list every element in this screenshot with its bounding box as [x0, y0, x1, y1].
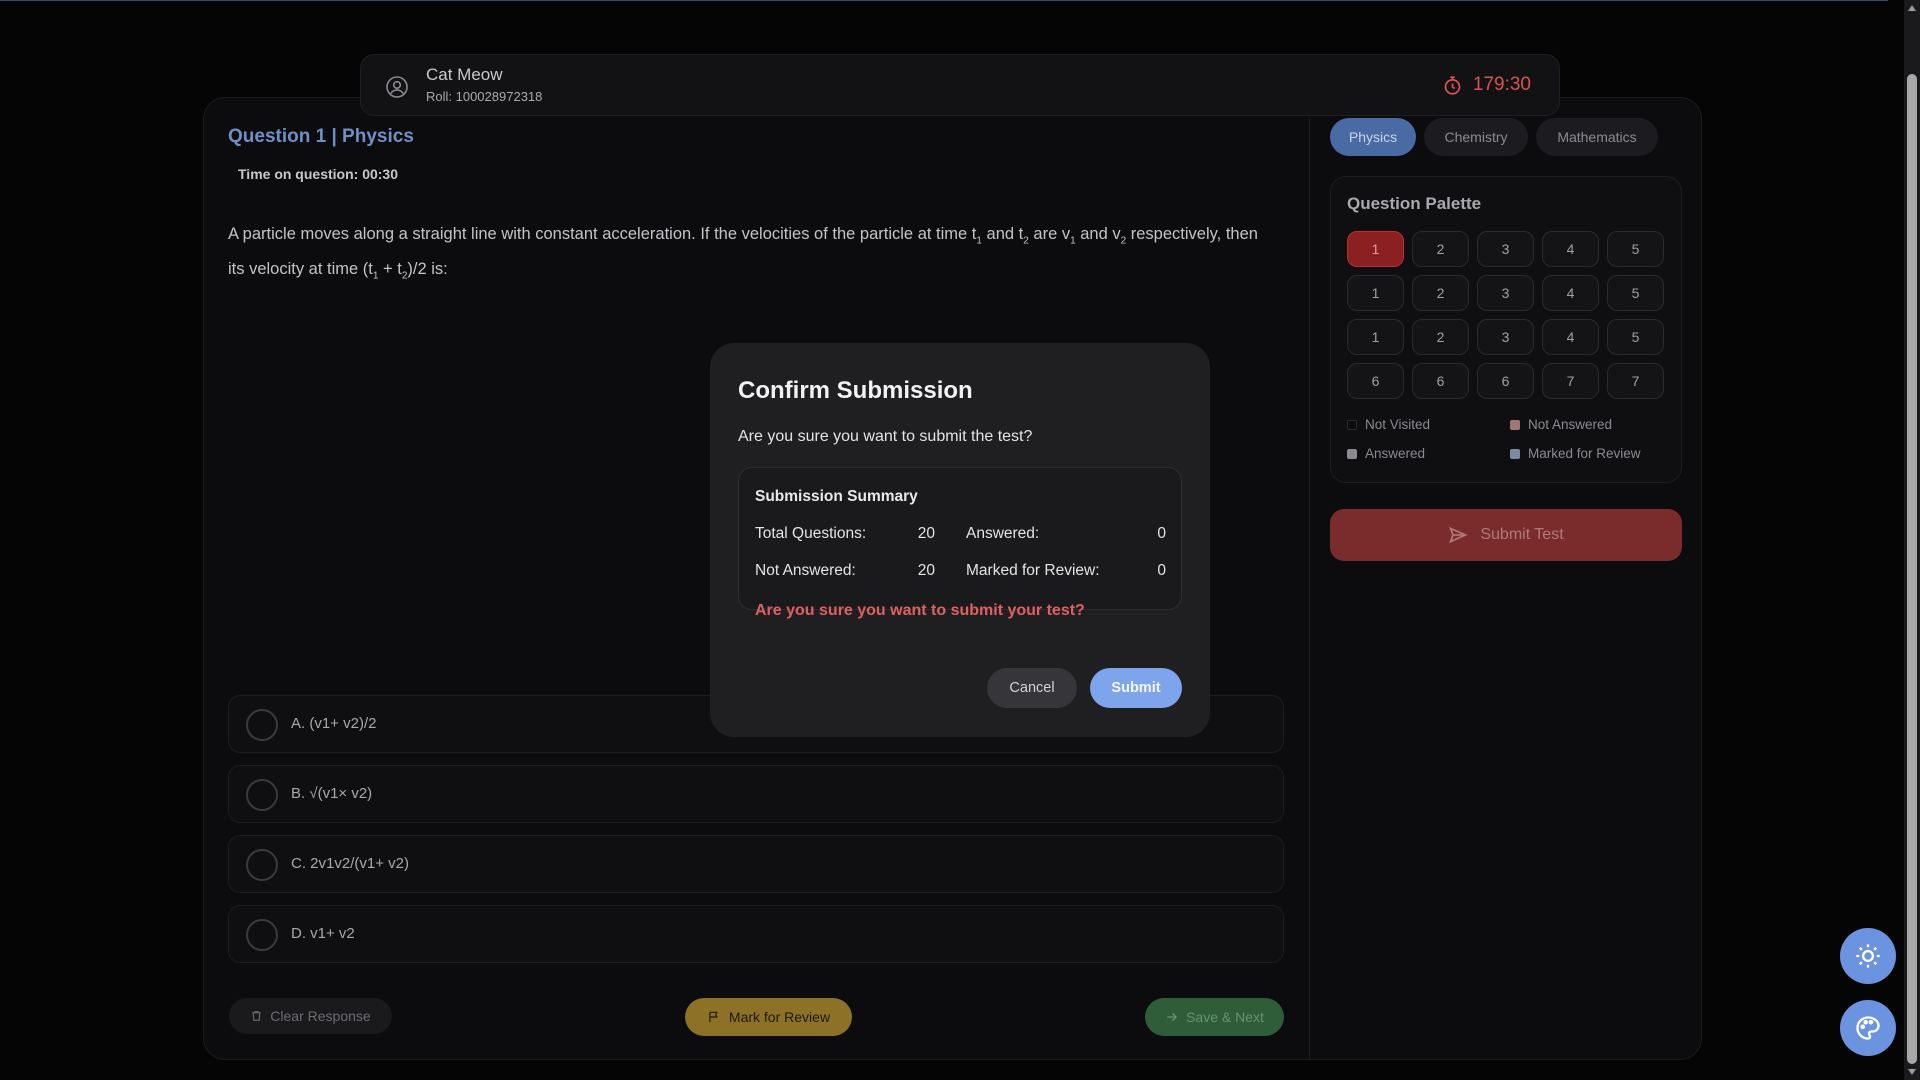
not-answered-label: Not Answered: [755, 562, 856, 579]
option-radio[interactable] [246, 709, 278, 741]
scroll-up-arrow[interactable] [1908, 5, 1916, 11]
option-radio[interactable] [246, 849, 278, 881]
option-c[interactable]: C. 2v1v2/(v1+ v2) [228, 835, 1284, 893]
send-icon [1449, 526, 1468, 544]
clear-response-button[interactable]: Clear Response [229, 998, 392, 1034]
palette-question-button[interactable]: 4 [1542, 231, 1599, 267]
scroll-down-arrow[interactable] [1908, 1069, 1916, 1075]
exam-timer: 179:30 [1442, 74, 1531, 96]
dialog-title: Confirm Submission [738, 377, 973, 404]
legend-not-answered: Not Answered [1510, 417, 1673, 432]
legend-swatch [1510, 448, 1520, 459]
question-text: A particle moves along a straight line w… [228, 225, 1258, 282]
palette-question-button[interactable]: 3 [1477, 275, 1534, 311]
palette-question-button[interactable]: 5 [1607, 231, 1664, 267]
legend-swatch [1347, 448, 1357, 459]
option-label: C. 2v1v2/(v1+ v2) [291, 855, 409, 872]
palette-question-button[interactable]: 7 [1542, 363, 1599, 399]
answered-label: Answered: [966, 525, 1040, 542]
timer-value: 179:30 [1472, 74, 1531, 95]
legend-not-visited: Not Visited [1347, 417, 1510, 432]
confirm-submission-dialog: Confirm Submission Are you sure you want… [710, 343, 1210, 737]
save-next-button[interactable]: Save & Next [1145, 998, 1284, 1036]
theme-toggle-button[interactable] [1840, 928, 1896, 984]
option-radio[interactable] [246, 779, 278, 811]
palette-question-button[interactable]: 5 [1607, 275, 1664, 311]
timer-icon [1444, 75, 1461, 95]
palette-question-button[interactable]: 4 [1542, 275, 1599, 311]
option-label: B. √(v1× v2) [291, 785, 373, 802]
palette-question-button[interactable]: 3 [1477, 319, 1534, 355]
palette-question-button[interactable]: 1 [1347, 231, 1404, 267]
legend-answered: Answered [1347, 446, 1510, 461]
marked-label: Marked for Review: [966, 562, 1100, 579]
total-questions-label: Total Questions: [755, 525, 867, 542]
top-border [0, 0, 1888, 1]
flag-icon [709, 1011, 718, 1023]
submit-button[interactable]: Submit [1090, 668, 1182, 708]
palette-grid: 1 2 3 4 5 1 2 3 4 5 1 2 3 4 5 6 6 6 7 7 [1347, 231, 1664, 399]
legend-swatch [1347, 419, 1357, 430]
palette-question-button[interactable]: 1 [1347, 319, 1404, 355]
option-radio[interactable] [246, 919, 278, 951]
scroll-thumb[interactable] [1907, 74, 1917, 1064]
dialog-message: Are you sure you want to submit the test… [738, 428, 1033, 445]
marked-value: 0 [1157, 562, 1166, 579]
mark-for-review-button[interactable]: Mark for Review [685, 998, 852, 1036]
candidate-header: Cat Meow Roll: 100028972318 179:30 [360, 54, 1560, 116]
trash-icon [252, 1011, 262, 1021]
submission-warning: Are you sure you want to submit your tes… [755, 602, 1085, 619]
palette-question-button[interactable]: 6 [1412, 363, 1469, 399]
palette-question-button[interactable]: 4 [1542, 319, 1599, 355]
panel-divider [1309, 118, 1310, 1060]
answered-value: 0 [1157, 525, 1166, 542]
submit-test-button[interactable]: Submit Test [1330, 509, 1682, 561]
palette-question-button[interactable]: 6 [1477, 363, 1534, 399]
color-theme-button[interactable] [1840, 1000, 1896, 1056]
candidate-roll: Roll: 100028972318 [426, 89, 543, 104]
option-label: D. v1+ v2 [291, 925, 355, 942]
not-answered-value: 20 [917, 562, 935, 579]
legend-marked: Marked for Review [1510, 446, 1673, 461]
sun-icon [1856, 944, 1880, 968]
palette-question-button[interactable]: 2 [1412, 319, 1469, 355]
cancel-button[interactable]: Cancel [987, 668, 1077, 708]
palette-icon [1856, 1016, 1880, 1040]
palette-question-button[interactable]: 2 [1412, 275, 1469, 311]
summary-title: Submission Summary [755, 488, 918, 505]
page-scrollbar[interactable] [1904, 0, 1920, 1080]
option-b[interactable]: B. √(v1× v2) [228, 765, 1284, 823]
arrow-right-icon [1167, 1013, 1178, 1021]
tab-physics[interactable]: Physics [1330, 118, 1416, 156]
question-timer: Time on question: 00:30 [238, 166, 398, 182]
submission-summary: Submission Summary Total Questions: 20 A… [738, 467, 1182, 619]
option-label: A. (v1+ v2)/2 [291, 715, 377, 732]
tab-chemistry[interactable]: Chemistry [1424, 118, 1528, 156]
tab-mathematics[interactable]: Mathematics [1536, 118, 1658, 156]
option-d[interactable]: D. v1+ v2 [228, 905, 1284, 963]
palette-legend: Not Visited Not Answered Answered Marked… [1347, 417, 1677, 461]
user-icon [386, 76, 408, 98]
palette-title: Question Palette [1347, 194, 1482, 213]
palette-question-button[interactable]: 1 [1347, 275, 1404, 311]
question-palette: Question Palette 1 2 3 4 5 1 2 3 4 5 1 2… [1330, 176, 1682, 483]
legend-swatch [1510, 419, 1520, 430]
palette-question-button[interactable]: 7 [1607, 363, 1664, 399]
question-title: Question 1 | Physics [228, 126, 414, 147]
total-questions-value: 20 [917, 525, 935, 542]
candidate-name: Cat Meow [426, 65, 503, 84]
palette-question-button[interactable]: 2 [1412, 231, 1469, 267]
palette-question-button[interactable]: 6 [1347, 363, 1404, 399]
palette-question-button[interactable]: 3 [1477, 231, 1534, 267]
palette-question-button[interactable]: 5 [1607, 319, 1664, 355]
